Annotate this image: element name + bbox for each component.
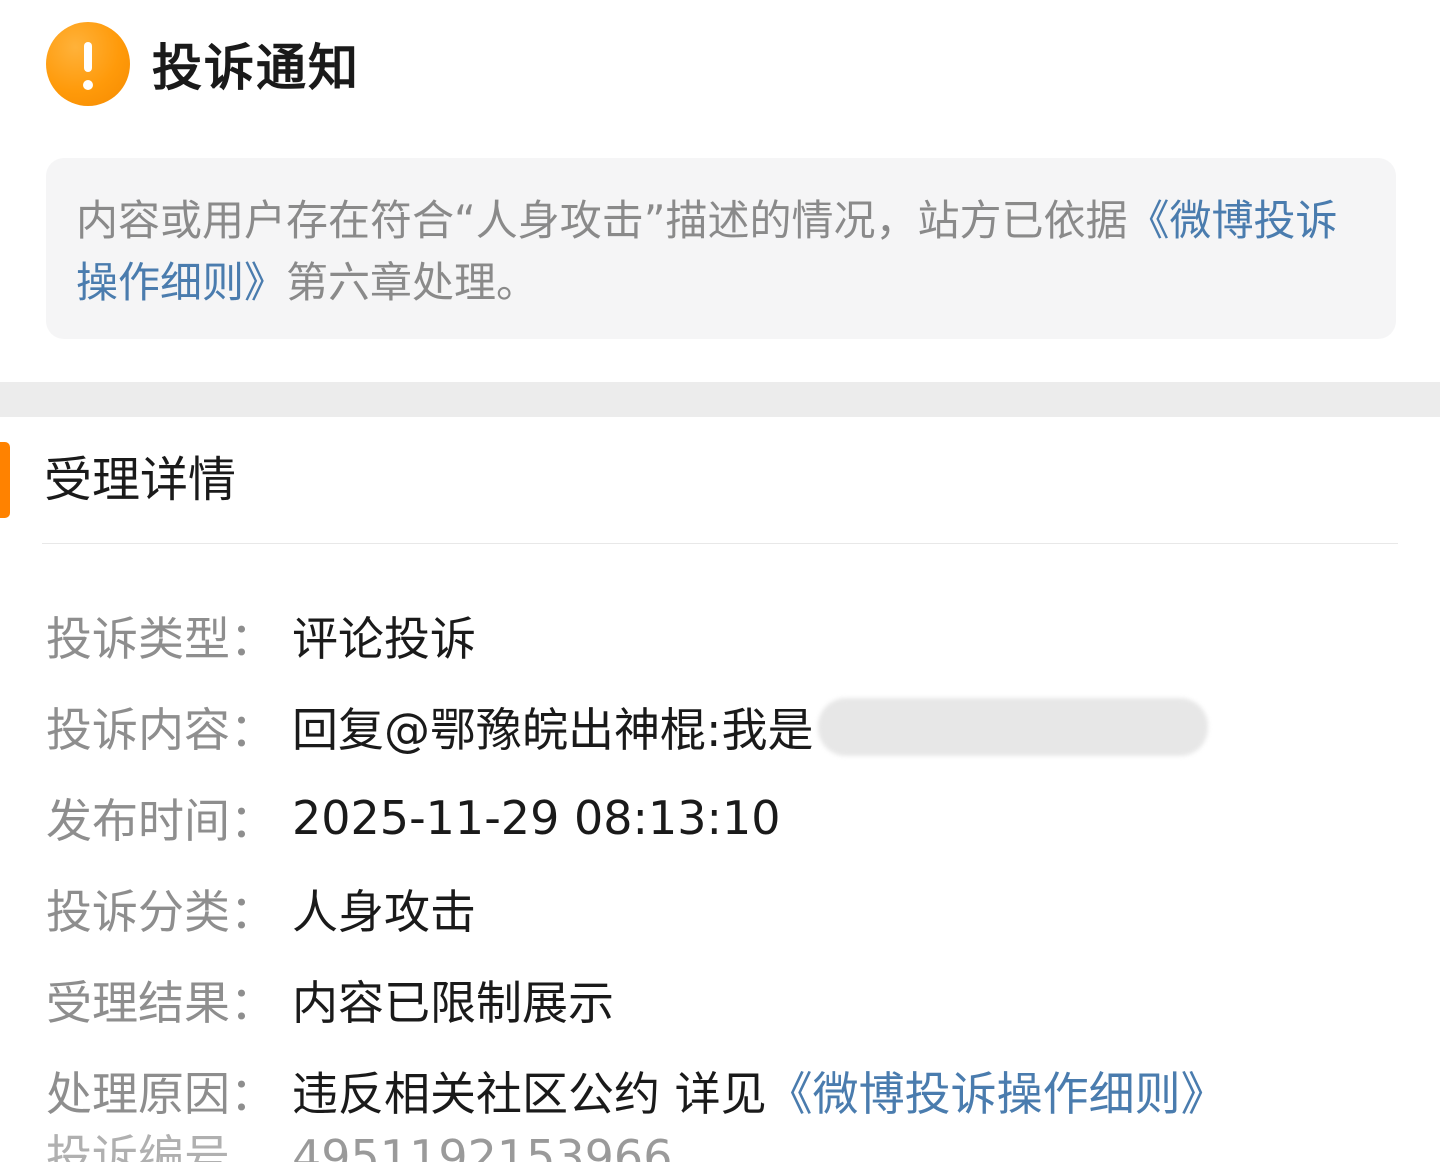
content-visible-text: 回复@鄂豫皖出神棍:我是 <box>292 702 814 757</box>
section-separator <box>0 382 1440 417</box>
detail-row-complaint-content: 投诉内容： 回复@鄂豫皖出神棍:我是 <box>46 681 1426 772</box>
notice-text: 内容或用户存在符合“人身攻击”描述的情况，站方已依据 <box>76 196 1128 245</box>
details-list: 投诉类型： 评论投诉 投诉内容： 回复@鄂豫皖出神棍:我是 发布时间： 2025… <box>46 590 1426 1136</box>
detail-value: 人身攻击 <box>292 884 476 939</box>
detail-label: 投诉分类： <box>46 884 276 939</box>
notice-text-end: 第六章处理。 <box>286 258 539 307</box>
notice-header: 投诉通知 <box>46 22 360 106</box>
section-title: 受理详情 <box>44 452 237 508</box>
warning-icon <box>46 22 130 106</box>
detail-label: 处理原因： <box>46 1066 276 1121</box>
detail-row-partial: 投诉编号 4951192153966 <box>46 1132 806 1162</box>
detail-label-partial: 投诉编号 <box>46 1132 230 1162</box>
detail-label: 投诉类型： <box>46 611 276 666</box>
blurred-content <box>817 697 1208 756</box>
reason-rules-link[interactable]: 《微博投诉操作细则》 <box>767 1058 1227 1124</box>
detail-value: 2025-11-29 08:13:10 <box>292 790 781 845</box>
divider <box>42 543 1398 544</box>
detail-label: 投诉内容： <box>46 702 276 757</box>
detail-value-partial: 4951192153966 <box>292 1132 673 1162</box>
detail-row-reason: 处理原因： 违反相关社区公约 详见 《微博投诉操作细则》 <box>46 1045 1426 1136</box>
detail-value: 评论投诉 <box>292 611 476 666</box>
detail-value: 内容已限制展示 <box>292 975 614 1030</box>
page-title: 投诉通知 <box>152 39 360 97</box>
detail-row-publish-time: 发布时间： 2025-11-29 08:13:10 <box>46 772 1426 863</box>
detail-value-reason: 违反相关社区公约 详见 《微博投诉操作细则》 <box>292 1058 1227 1124</box>
detail-value-content: 回复@鄂豫皖出神棍:我是 <box>292 694 1208 760</box>
detail-row-result: 受理结果： 内容已限制展示 <box>46 954 1426 1045</box>
detail-row-complaint-category: 投诉分类： 人身攻击 <box>46 863 1426 954</box>
detail-label: 受理结果： <box>46 975 276 1030</box>
detail-label: 发布时间： <box>46 793 276 848</box>
notice-message: 内容或用户存在符合“人身攻击”描述的情况，站方已依据《微博投诉操作细则》第六章处… <box>46 158 1396 339</box>
section-accent-bar <box>0 442 10 518</box>
reason-text: 违反相关社区公约 详见 <box>292 1066 767 1121</box>
detail-row-complaint-type: 投诉类型： 评论投诉 <box>46 590 1426 681</box>
